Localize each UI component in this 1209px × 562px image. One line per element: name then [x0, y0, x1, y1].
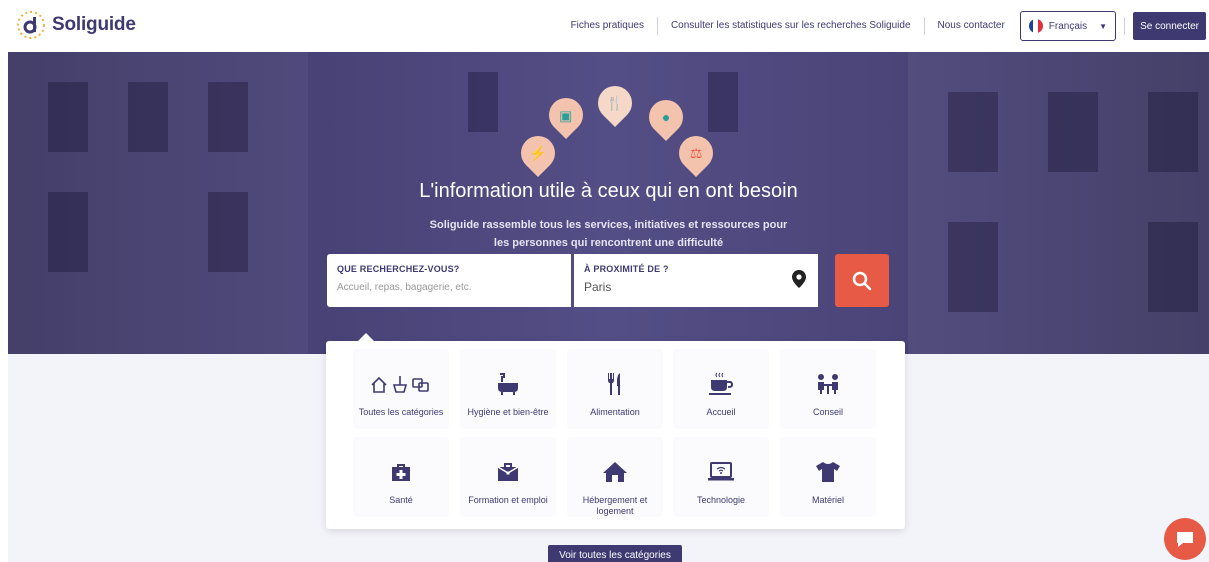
category-housing[interactable]: Hébergement et logement: [567, 437, 663, 517]
pin-briefcase: ▣: [541, 90, 591, 140]
bathtub-icon: [496, 367, 520, 401]
tshirt-icon: [815, 455, 841, 489]
house-icon: [602, 455, 628, 489]
background-window: [708, 72, 738, 132]
hero-title: L'information utile à ceux qui en ont be…: [419, 180, 798, 202]
site-header: Soliguide Fiches pratiques Consulter les…: [0, 0, 1209, 52]
background-window: [208, 82, 248, 152]
categories-panel: Toutes les catégories Hygiène et bien-êt…: [326, 341, 905, 529]
category-training[interactable]: Formation et emploi: [460, 437, 556, 517]
coffee-cup-icon: [708, 367, 734, 401]
teapot-icon: ●: [661, 109, 671, 125]
category-label: Toutes les catégories: [358, 407, 444, 417]
background-window: [948, 92, 998, 172]
medical-kit-icon: [390, 455, 412, 489]
search-where-input[interactable]: [584, 280, 784, 294]
pin-teapot: ●: [641, 92, 691, 142]
top-nav: Fiches pratiques Consulter les statistiq…: [558, 0, 1209, 52]
fork-knife-icon: 🍴: [606, 95, 624, 111]
nav-link-contact[interactable]: Nous contacter: [925, 17, 1018, 35]
logo-text: Soliguide: [52, 14, 136, 35]
background-window: [468, 72, 498, 132]
category-label: Santé: [389, 495, 413, 505]
search-what-input[interactable]: [337, 282, 537, 293]
category-food[interactable]: Alimentation: [567, 349, 663, 429]
chat-button[interactable]: [1164, 518, 1206, 560]
french-flag-icon: [1028, 19, 1043, 33]
nav-link-fiches[interactable]: Fiches pratiques: [558, 17, 658, 35]
category-health[interactable]: Santé: [353, 437, 449, 517]
pin-plug: ⚡: [513, 128, 563, 178]
category-hygiene[interactable]: Hygiène et bien-être: [460, 349, 556, 429]
see-all-categories-button[interactable]: Voir toutes les catégories: [548, 545, 682, 562]
search-icon: [852, 271, 872, 290]
login-button[interactable]: Se connecter: [1133, 12, 1206, 40]
logo[interactable]: Soliguide: [16, 10, 136, 40]
scales-icon: ⚖: [689, 145, 703, 161]
hero-subtitle-line1: Soliguide rassemble tous les services, i…: [429, 219, 788, 231]
category-material[interactable]: Matériel: [780, 437, 876, 517]
logo-icon: [17, 11, 45, 39]
category-all[interactable]: Toutes les catégories: [353, 349, 449, 429]
search-where-label: À PROXIMITÉ DE ?: [584, 264, 669, 274]
background-window: [1148, 92, 1198, 172]
category-label: Accueil: [706, 407, 736, 417]
advice-table-icon: [815, 367, 841, 401]
panel-notch: [358, 333, 374, 341]
briefcase-icon: ▣: [559, 107, 573, 124]
hero-subtitle: Soliguide rassemble tous les services, i…: [8, 216, 1209, 252]
search-what-box: QUE RECHERCHEZ-VOUS?: [327, 254, 571, 307]
category-label: Hébergement et logement: [582, 495, 648, 516]
category-label: Conseil: [812, 407, 843, 417]
background-window: [1048, 92, 1098, 172]
nav-link-statistics[interactable]: Consulter les statistiques sur les reche…: [658, 17, 925, 35]
category-label: Technologie: [696, 495, 746, 505]
category-label: Formation et emploi: [468, 495, 548, 505]
pin-scales: ⚖: [671, 128, 721, 178]
background-window: [128, 82, 168, 152]
language-value: Français: [1048, 20, 1088, 32]
chat-bubble-icon: [1177, 532, 1193, 547]
category-label: Hygiène et bien-être: [467, 407, 549, 417]
hero-subtitle-line2: les personnes qui rencontrent une diffic…: [493, 237, 724, 249]
search-what-label: QUE RECHERCHEZ-VOUS?: [337, 264, 460, 274]
chevron-down-icon: ▼: [1099, 21, 1108, 31]
laptop-wifi-icon: [707, 455, 735, 489]
all-categories-icon: [369, 367, 433, 401]
fork-knife-icon: [606, 367, 624, 401]
category-label: Alimentation: [590, 407, 640, 417]
language-select[interactable]: Français ▼: [1019, 11, 1117, 41]
background-window: [48, 82, 88, 152]
search-where-box: À PROXIMITÉ DE ?: [574, 254, 818, 307]
search-button[interactable]: [835, 254, 889, 307]
plug-icon: ⚡: [529, 145, 547, 161]
category-technology[interactable]: Technologie: [673, 437, 769, 517]
category-label: Matériel: [811, 495, 844, 505]
briefcase-icon: [496, 455, 520, 489]
location-pin-icon[interactable]: [792, 270, 806, 288]
category-advice[interactable]: Conseil: [780, 349, 876, 429]
pin-food: 🍴: [590, 78, 640, 128]
category-welcome[interactable]: Accueil: [673, 349, 769, 429]
hero-banner: ⚡ ▣ 🍴 ● ⚖ L'information utile à ceux qui…: [8, 52, 1209, 354]
nav-divider: [1124, 17, 1126, 35]
